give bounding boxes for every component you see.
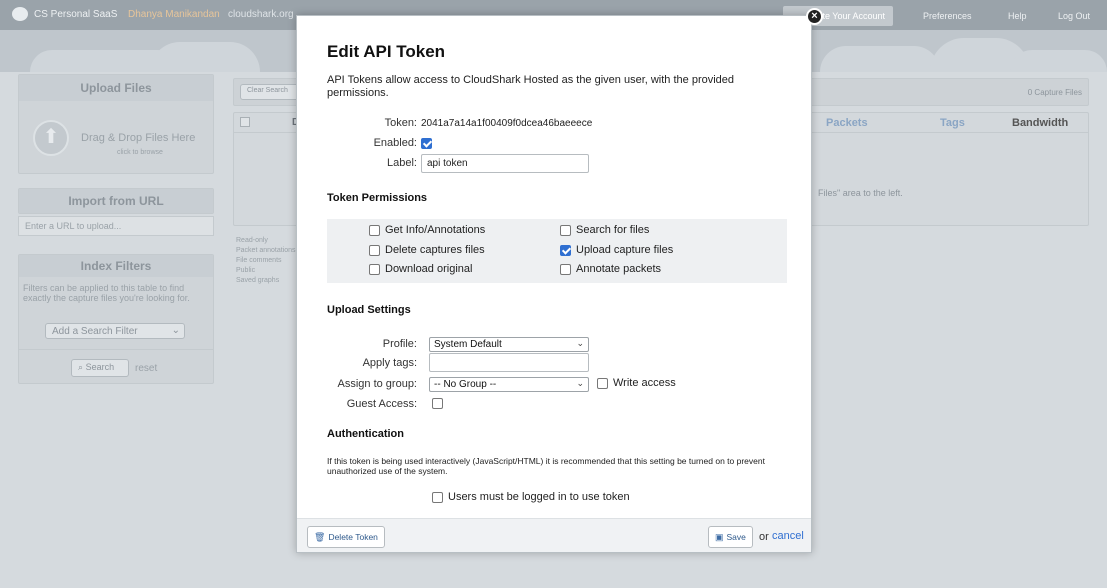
legend-saved-graphs: Saved graphs: [236, 277, 280, 284]
legend-packet-annotations: Packet annotations: [236, 247, 296, 254]
drop-zone-label: Drag & Drop Files Here: [81, 132, 196, 144]
upload-arrow-icon: ⬆: [33, 120, 69, 156]
token-permissions-heading: Token Permissions: [327, 192, 428, 204]
column-header-tags[interactable]: Tags: [940, 117, 965, 129]
save-button[interactable]: ▣ Save: [708, 526, 753, 548]
profile-select[interactable]: System Default ⌄: [429, 337, 589, 352]
domain-name: cloudshark.org: [228, 9, 294, 20]
or-text: or: [759, 531, 769, 543]
permission-delete-checkbox[interactable]: [369, 245, 380, 256]
dialog-title: Edit API Token: [327, 42, 446, 61]
permission-upload-checkbox[interactable]: [560, 245, 571, 256]
enabled-checkbox[interactable]: [421, 138, 432, 149]
clear-search-button[interactable]: Clear Search: [240, 84, 300, 100]
dialog-description: API Tokens allow access to CloudShark Ho…: [327, 74, 735, 99]
close-icon[interactable]: ×: [806, 8, 823, 25]
search-filter-select-value: Add a Search Filter: [52, 326, 138, 337]
permission-annotate-checkbox[interactable]: [560, 264, 571, 275]
search-icon: ⌕: [78, 362, 84, 372]
preferences-link[interactable]: Preferences: [915, 6, 980, 26]
authentication-heading: Authentication: [327, 428, 404, 440]
cancel-link[interactable]: cancel: [772, 530, 804, 542]
filter-divider: [19, 349, 213, 350]
user-name: Dhanya Manikandan: [128, 9, 220, 20]
permissions-box: Get Info/Annotations Search for files De…: [327, 219, 787, 283]
save-button-label: Save: [726, 532, 746, 542]
chevron-down-icon: ⌄: [171, 325, 180, 336]
assign-group-select[interactable]: -- No Group -- ⌄: [429, 377, 589, 392]
profile-label: Profile:: [382, 338, 417, 350]
permission-download-checkbox[interactable]: [369, 264, 380, 275]
index-filters-title: Index Filters: [19, 255, 213, 277]
token-label: Token:: [384, 117, 417, 129]
select-all-checkbox[interactable]: [240, 117, 250, 127]
permission-search-label: Search for files: [576, 224, 650, 236]
column-header-packets[interactable]: Packets: [826, 117, 868, 129]
assign-group-select-value: -- No Group --: [434, 379, 497, 390]
profile-select-value: System Default: [434, 339, 502, 350]
apply-tags-label: Apply tags:: [362, 357, 417, 369]
search-filter-select[interactable]: Add a Search Filter ⌄: [45, 323, 185, 339]
permission-annotate-label: Annotate packets: [576, 263, 662, 275]
brand-name[interactable]: CS Personal SaaS: [34, 9, 117, 20]
permission-download-label: Download original: [385, 263, 473, 275]
capture-count: 0 Capture Files: [1027, 88, 1082, 97]
import-url-input[interactable]: Enter a URL to upload...: [18, 216, 214, 236]
help-link[interactable]: Help: [1000, 6, 1035, 26]
search-button-label: Search: [85, 362, 115, 372]
enabled-label: Enabled:: [373, 137, 417, 149]
label-input[interactable]: [421, 154, 589, 173]
floppy-disk-icon: ▣: [715, 532, 724, 542]
permission-upload-label: Upload capture files: [576, 244, 674, 256]
permission-delete-label: Delete captures files: [385, 244, 485, 256]
upload-settings-heading: Upload Settings: [327, 304, 411, 316]
write-access-label: Write access: [613, 377, 676, 389]
dialog-footer: 🗑 Delete Token ▣ Save or cancel: [297, 518, 811, 552]
apply-tags-input[interactable]: [429, 353, 589, 372]
legend-public: Public: [236, 267, 256, 274]
guest-access-checkbox[interactable]: [432, 398, 443, 409]
permission-search-checkbox[interactable]: [560, 225, 571, 236]
write-access-checkbox[interactable]: [597, 378, 608, 389]
upload-files-panel: Upload Files ⬆ Drag & Drop Files Here cl…: [18, 74, 214, 174]
logout-link[interactable]: Log Out: [1050, 6, 1098, 26]
token-value: 2041a7a14a1f00409f0dcea46baeeece: [421, 118, 593, 129]
legend-read-only: Read-only: [236, 237, 268, 244]
search-button[interactable]: ⌕ Search: [71, 359, 129, 377]
legend-file-comments: File comments: [236, 257, 282, 264]
label-label: Label:: [387, 157, 417, 169]
column-header-bandwidth[interactable]: Bandwidth: [1012, 117, 1068, 129]
cloudshark-logo-icon: [12, 7, 28, 21]
logged-in-label: Users must be logged in to use token: [448, 491, 630, 503]
permission-get-info-label: Get Info/Annotations: [385, 224, 486, 236]
assign-group-label: Assign to group:: [337, 378, 418, 390]
trash-icon: 🗑: [314, 532, 326, 542]
upload-files-title: Upload Files: [19, 75, 213, 101]
chevron-down-icon: ⌄: [576, 378, 584, 388]
authentication-description: If this token is being used interactivel…: [327, 456, 765, 476]
import-url-panel: Import from URL: [18, 188, 214, 214]
index-filters-panel: Index Filters Filters can be applied to …: [18, 254, 214, 384]
guest-access-label: Guest Access:: [346, 398, 417, 410]
import-url-title: Import from URL: [19, 189, 213, 213]
delete-token-label: Delete Token: [328, 532, 378, 542]
chevron-down-icon: ⌄: [576, 338, 584, 348]
reset-link[interactable]: reset: [135, 363, 157, 374]
edit-api-token-dialog: Edit API Token API Tokens allow access t…: [296, 15, 812, 553]
drop-zone-hint: click to browse: [117, 149, 163, 156]
legend: Read-only Packet annotations File commen…: [236, 236, 296, 286]
logged-in-checkbox[interactable]: [432, 492, 443, 503]
delete-token-button[interactable]: 🗑 Delete Token: [307, 526, 385, 548]
filters-description: Filters can be applied to this table to …: [23, 283, 190, 303]
permission-get-info-checkbox[interactable]: [369, 225, 380, 236]
drop-zone[interactable]: ⬆ Drag & Drop Files Here click to browse: [19, 102, 213, 174]
empty-table-text: Files" area to the left.: [818, 188, 903, 198]
